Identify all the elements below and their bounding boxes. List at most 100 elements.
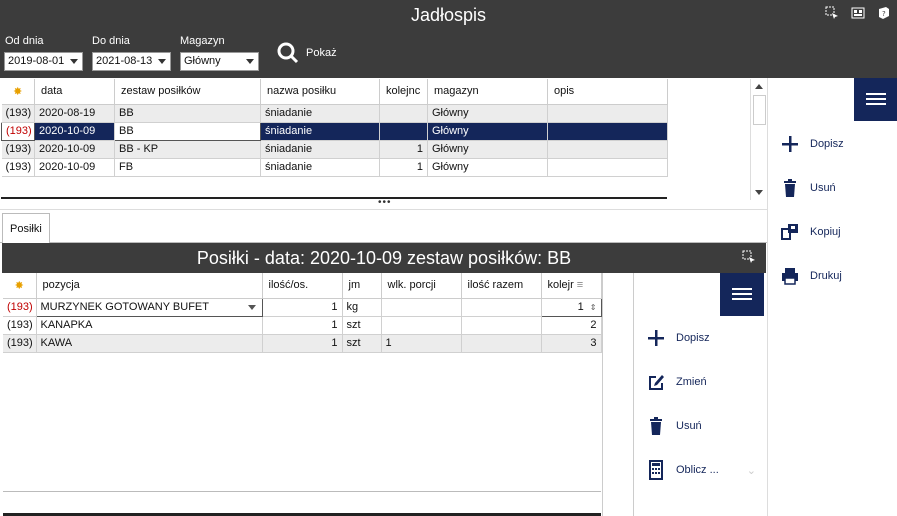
row-date: 2020-10-09	[34, 140, 115, 159]
row-order: 3	[541, 334, 602, 353]
row-date: 2020-10-09	[34, 122, 115, 141]
meals-add-button[interactable]: Dopisz	[646, 328, 710, 348]
tab-posilki[interactable]: Posiłki	[2, 213, 50, 243]
svg-text:?: ?	[882, 10, 886, 18]
table-row[interactable]: (193) KAWA 1 szt 1 3	[3, 334, 602, 353]
row-total	[461, 334, 542, 353]
row-desc	[547, 104, 668, 123]
scroll-down-icon[interactable]	[755, 190, 763, 195]
row-set-editor[interactable]: BB	[114, 121, 261, 141]
row-unit: szt	[342, 334, 382, 353]
delete-button[interactable]: Usuń	[780, 178, 836, 198]
row-id: (193)	[1, 158, 35, 177]
layout-icon[interactable]	[851, 6, 865, 20]
table-row[interactable]: (193) KANAPKA 1 szt 2	[3, 316, 602, 335]
print-button[interactable]: Drukuj	[780, 266, 842, 286]
hamburger-line	[732, 293, 752, 295]
sun-icon: ✸	[13, 85, 23, 98]
row-item: KANAPKA	[36, 316, 263, 335]
meals-grid: ✸ pozycja ilość/os. jm wlk. porcji ilość…	[3, 273, 603, 516]
meals-panel-title: Posiłki - data: 2020-10-09 zestaw posiłk…	[2, 243, 766, 273]
row-order: 1	[577, 301, 584, 313]
copy-button[interactable]: Kopiuj	[780, 222, 841, 242]
column-header-order-label: kolejr	[547, 279, 574, 292]
meals-edit-label: Zmień	[676, 376, 707, 388]
trash-icon	[650, 417, 662, 435]
row-item: KAWA	[36, 334, 263, 353]
column-header-item[interactable]: pozycja	[36, 273, 263, 299]
tab-bar: Posiłki	[0, 209, 767, 243]
table-row[interactable]: (193) 2020-10-09 FB śniadanie 1 Główny	[1, 158, 668, 177]
column-header-qty[interactable]: ilość/os.	[262, 273, 343, 299]
delete-button-label: Usuń	[810, 182, 836, 194]
row-id: (193)	[3, 334, 37, 353]
spin-icon[interactable]: ⇕	[590, 303, 597, 312]
table-row-selected[interactable]: (193) 2020-10-09 BB śniadanie Główny	[1, 121, 668, 141]
splitter-handle[interactable]: •••	[378, 198, 392, 208]
right-action-panel: Dopisz Usuń Kopiuj Drukuj	[767, 78, 897, 516]
column-header-warehouse[interactable]: magazyn	[427, 79, 548, 105]
trash-icon	[784, 179, 796, 197]
warehouse-select[interactable]: Główny	[180, 52, 259, 71]
warehouse-label: Magazyn	[180, 35, 225, 47]
scroll-up-icon[interactable]	[755, 84, 763, 89]
print-button-label: Drukuj	[810, 270, 842, 282]
chevron-down-icon[interactable]: ⌄	[747, 464, 756, 477]
plus-icon	[782, 136, 798, 152]
column-header-desc[interactable]: opis	[547, 79, 668, 105]
add-button-label: Dopisz	[810, 138, 844, 150]
select-icon[interactable]	[742, 250, 756, 264]
top-bar: Jadłospis ? Od dnia 2019-08-01 Do dnia 2…	[0, 0, 897, 78]
row-item-editor[interactable]: MURZYNEK GOTOWANY BUFET	[35, 297, 263, 317]
row-warehouse: Główny	[427, 122, 548, 141]
column-header-order[interactable]: kolejr ≡	[541, 273, 602, 299]
row-portion	[381, 316, 462, 335]
row-order	[379, 122, 428, 141]
menu-button[interactable]	[854, 78, 897, 121]
table-row[interactable]: (193) 2020-08-19 BB śniadanie Główny	[1, 104, 668, 123]
column-header-set[interactable]: zestaw posiłków	[114, 79, 261, 105]
meals-menu-button[interactable]	[720, 273, 764, 316]
row-set: FB	[114, 158, 261, 177]
column-header-indicator[interactable]: ✸	[3, 273, 37, 299]
chevron-down-icon	[70, 59, 78, 64]
row-qty: 1	[262, 298, 343, 317]
table-row-active[interactable]: (193) MURZYNEK GOTOWANY BUFET 1 kg 1 ⇕	[3, 297, 602, 317]
column-header-meal[interactable]: nazwa posiłku	[260, 79, 380, 105]
select-icon[interactable]	[825, 6, 839, 20]
row-meal: śniadanie	[260, 104, 380, 123]
chevron-down-icon[interactable]	[247, 304, 256, 310]
row-warehouse: Główny	[427, 158, 548, 177]
table-row[interactable]: (193) 2020-10-09 BB - KP śniadanie 1 Głó…	[1, 140, 668, 159]
add-button[interactable]: Dopisz	[780, 134, 844, 154]
scrollbar-thumb[interactable]	[753, 95, 766, 125]
row-set: BB - KP	[114, 140, 261, 159]
column-header-date[interactable]: data	[34, 79, 115, 105]
row-order-stepper[interactable]: 1 ⇕	[540, 297, 602, 317]
meals-calc-button[interactable]: Oblicz ... ⌄	[646, 460, 756, 480]
column-header-order[interactable]: kolejnc	[379, 79, 428, 105]
row-meal: śniadanie	[260, 122, 380, 141]
to-date-label: Do dnia	[92, 35, 130, 47]
row-total	[461, 298, 542, 317]
meals-delete-button[interactable]: Usuń	[646, 416, 702, 436]
sun-icon: ✸	[14, 279, 24, 292]
column-header-unit[interactable]: jm	[342, 273, 382, 299]
row-order: 1	[379, 140, 428, 159]
edit-icon	[649, 375, 664, 390]
from-date-field[interactable]: 2019-08-01	[4, 52, 83, 71]
row-warehouse: Główny	[427, 104, 548, 123]
to-date-value: 2021-08-13	[96, 55, 153, 67]
show-button[interactable]: Pokaż	[276, 41, 337, 65]
to-date-field[interactable]: 2021-08-13	[92, 52, 171, 71]
row-portion: 1	[381, 334, 462, 353]
search-icon	[277, 42, 299, 64]
help-icon[interactable]: ?	[877, 6, 891, 20]
column-header-indicator[interactable]: ✸	[1, 79, 35, 105]
column-header-portion[interactable]: wlk. porcji	[381, 273, 462, 299]
column-header-total[interactable]: ilość razem	[461, 273, 542, 299]
meals-edit-button[interactable]: Zmień	[646, 372, 707, 392]
menu-grid-scrollbar[interactable]	[750, 79, 767, 200]
row-date: 2020-10-09	[34, 158, 115, 177]
row-total	[461, 316, 542, 335]
